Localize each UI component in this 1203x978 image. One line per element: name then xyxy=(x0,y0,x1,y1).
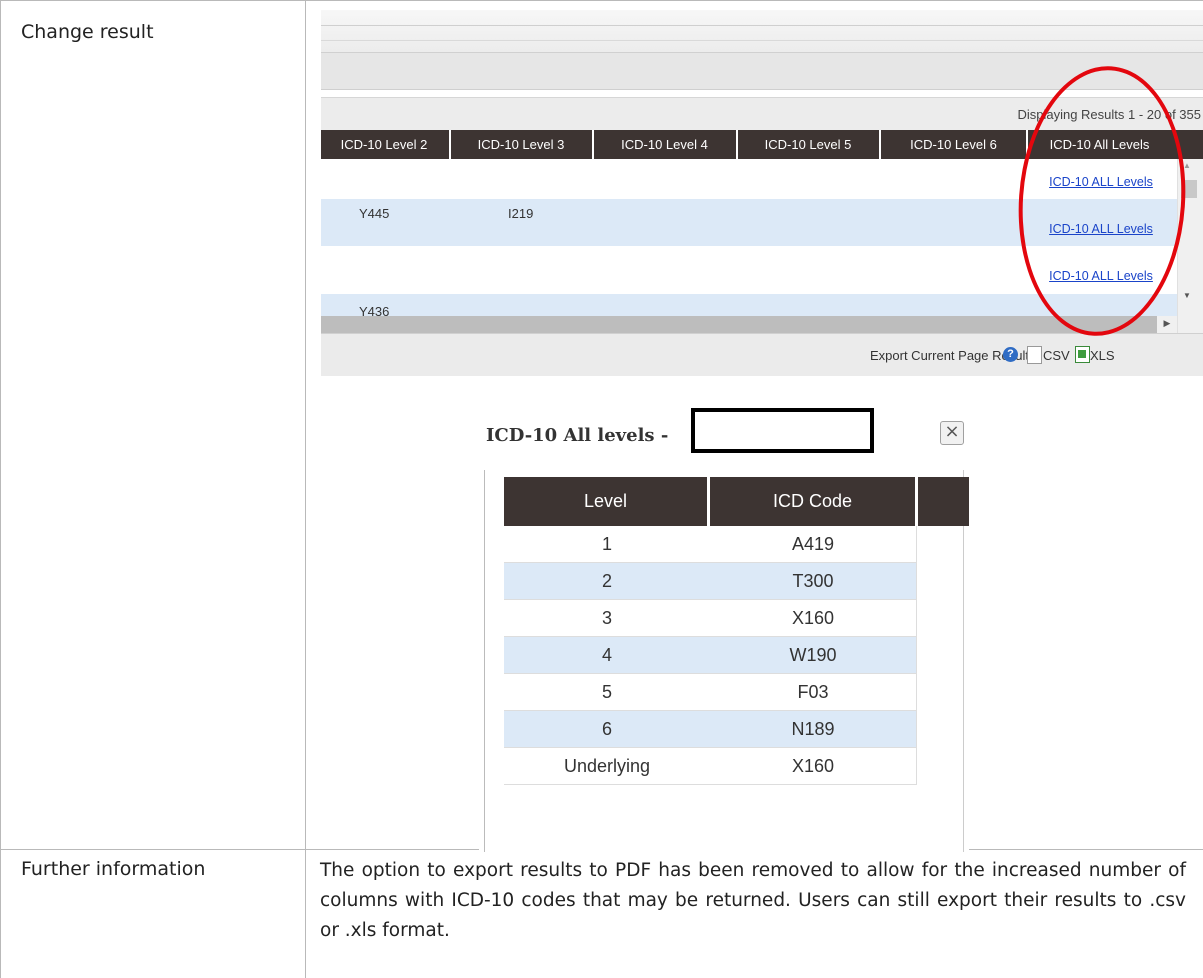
level-cell: Underlying xyxy=(563,756,651,776)
code-cell: N189 xyxy=(791,719,835,739)
csv-file-icon[interactable] xyxy=(1027,346,1042,364)
scroll-down-icon[interactable]: ▼ xyxy=(1183,291,1191,300)
level-cell: 6 xyxy=(601,719,612,739)
level-cell: 1 xyxy=(601,534,612,554)
table-row: 3 X160 xyxy=(504,600,917,637)
level-cell: 4 xyxy=(601,645,612,665)
code-cell: X160 xyxy=(791,756,835,776)
close-icon[interactable]: × xyxy=(940,421,964,445)
column-header-level[interactable]: Level xyxy=(504,477,707,526)
grid-footer: Export Current Page Results: ? CSV XLS xyxy=(321,333,1203,376)
code-cell: F03 xyxy=(797,682,829,702)
table-row: 5 F03 xyxy=(504,674,917,711)
further-information-text: The option to export results to PDF has … xyxy=(320,860,1186,941)
help-icon[interactable]: ? xyxy=(1003,347,1018,362)
column-header-level-5[interactable]: ICD-10 Level 5 xyxy=(738,130,878,159)
scroll-right-icon[interactable]: ▶ xyxy=(1157,316,1177,333)
table-row: Underlying X160 xyxy=(504,748,917,785)
table-row: 6 N189 xyxy=(504,711,917,748)
horizontal-scrollbar[interactable] xyxy=(321,316,1177,333)
column-header-level-4[interactable]: ICD-10 Level 4 xyxy=(594,130,735,159)
dialog-table-header: Level ICD Code xyxy=(504,477,969,526)
icd10-all-levels-dialog: ICD-10 All levels - × Level ICD Code 1 A… xyxy=(479,408,969,852)
grid-toolbar xyxy=(321,10,1203,53)
table-row: 1 A419 xyxy=(504,526,917,563)
table-row: 4 W190 xyxy=(504,637,917,674)
redacted-box xyxy=(691,408,874,453)
column-header-icd-code[interactable]: ICD Code xyxy=(710,477,915,526)
level-cell: 2 xyxy=(601,571,612,591)
code-cell: T300 xyxy=(792,571,834,591)
dialog-title: ICD-10 All levels - xyxy=(486,425,669,446)
column-header-level-3[interactable]: ICD-10 Level 3 xyxy=(451,130,591,159)
table-border-top xyxy=(0,0,1203,1)
xls-file-icon[interactable] xyxy=(1075,346,1090,363)
xls-export-link[interactable]: XLS xyxy=(1090,348,1115,363)
code-cell: W190 xyxy=(789,645,837,665)
column-header-level-6[interactable]: ICD-10 Level 6 xyxy=(881,130,1026,159)
cell-level-2: Y436 xyxy=(359,304,390,316)
column-header-level-2[interactable]: ICD-10 Level 2 xyxy=(321,130,447,159)
table-border-left xyxy=(0,0,1,978)
row-label-further-information: Further information xyxy=(21,858,206,880)
level-cell: 5 xyxy=(601,682,612,702)
csv-export-link[interactable]: CSV xyxy=(1043,348,1070,363)
row-label-change-result: Change result xyxy=(21,21,154,43)
results-grid-screenshot: Displaying Results 1 - 20 of 355 ICD-10 … xyxy=(321,10,1203,383)
table-column-divider xyxy=(305,0,306,978)
code-cell: X160 xyxy=(791,608,835,628)
level-cell: 3 xyxy=(601,608,612,628)
cell-level-2: Y445 xyxy=(359,206,390,221)
table-row: 2 T300 xyxy=(504,563,917,600)
code-cell: A419 xyxy=(791,534,835,554)
cell-level-3: I219 xyxy=(508,206,534,221)
